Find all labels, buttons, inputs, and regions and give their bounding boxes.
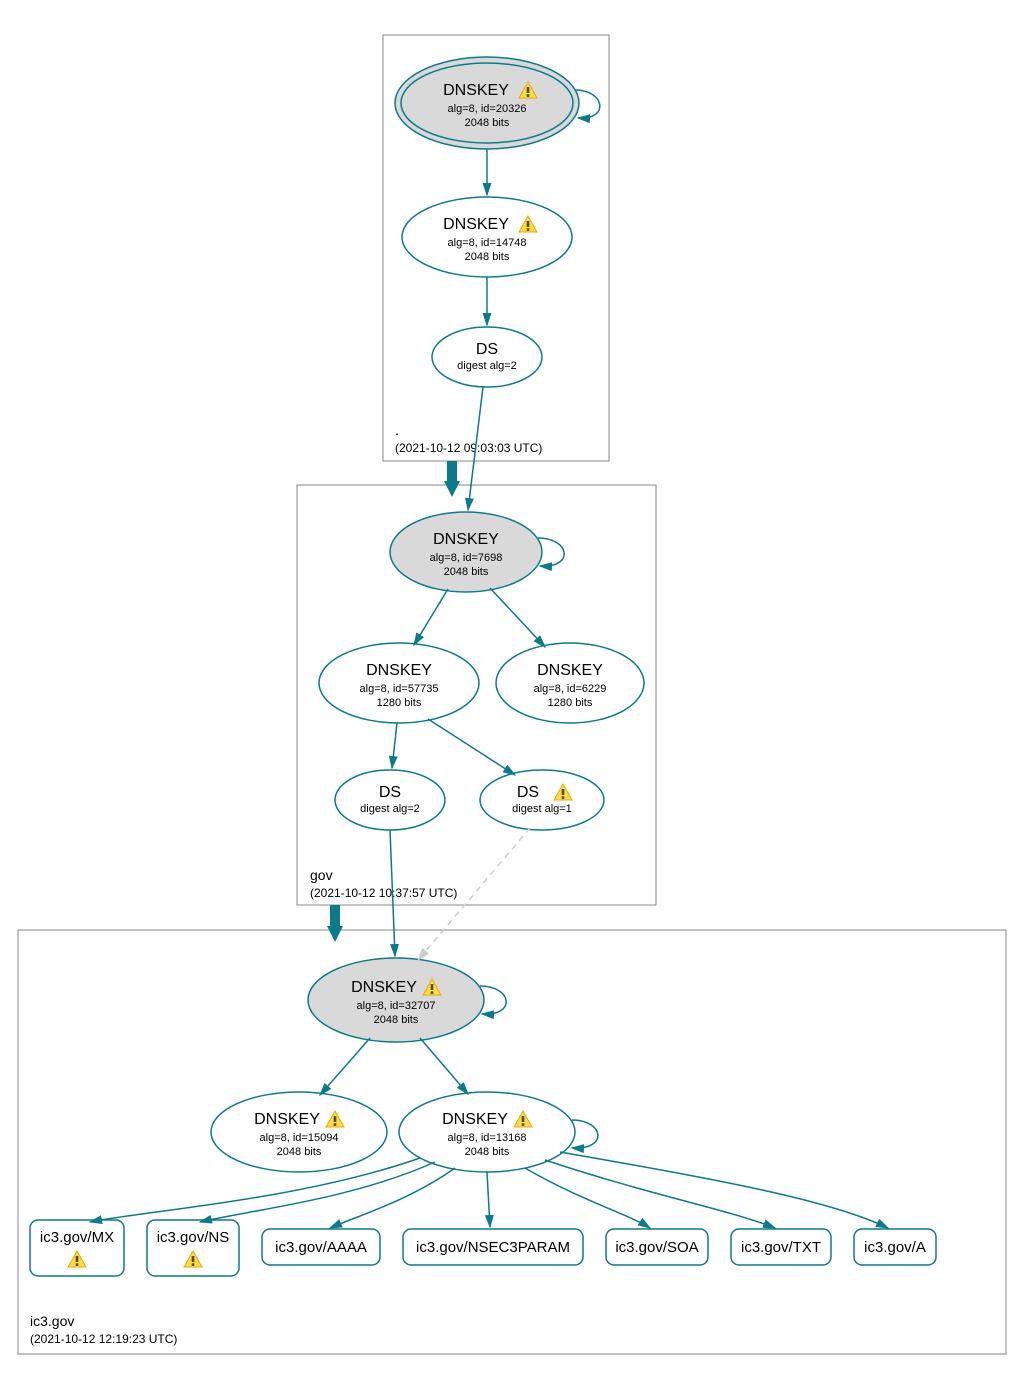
- edge-gov-zska-dsb: [428, 719, 515, 775]
- record-soa: ic3.gov/SOA: [606, 1229, 708, 1265]
- record-nsec3param: ic3.gov/NSEC3PARAM: [403, 1229, 583, 1265]
- node-gov-ds-b: DS digest alg=1: [480, 770, 604, 830]
- zone-ts-gov: (2021-10-12 10:37:57 UTC): [310, 886, 457, 900]
- svg-text:2048 bits: 2048 bits: [277, 1146, 322, 1158]
- svg-text:ic3.gov/NSEC3PARAM: ic3.gov/NSEC3PARAM: [416, 1239, 570, 1256]
- zone-label-ic3: ic3.gov: [30, 1313, 74, 1329]
- node-ic3-zsk-b: DNSKEY alg=8, id=13168 2048 bits: [399, 1092, 575, 1172]
- node-root-ksk: DNSKEY alg=8, id=20326 2048 bits: [395, 57, 579, 149]
- svg-text:1280 bits: 1280 bits: [377, 697, 422, 709]
- svg-text:digest alg=1: digest alg=1: [512, 803, 572, 815]
- node-root-zsk: DNSKEY alg=8, id=14748 2048 bits: [402, 197, 572, 277]
- edge-ic3-ksk-zskb: [420, 1038, 468, 1094]
- svg-text:ic3.gov/TXT: ic3.gov/TXT: [741, 1239, 821, 1256]
- record-mx: ic3.gov/MX: [30, 1220, 124, 1276]
- node-gov-ksk: DNSKEY alg=8, id=7698 2048 bits: [390, 512, 542, 592]
- record-ns: ic3.gov/NS: [147, 1220, 239, 1276]
- svg-text:DNSKEY: DNSKEY: [443, 82, 509, 99]
- node-gov-ds-a: DS digest alg=2: [335, 770, 445, 830]
- zone-label-root: .: [395, 422, 399, 438]
- svg-text:alg=8, id=14748: alg=8, id=14748: [448, 237, 527, 249]
- svg-text:ic3.gov/A: ic3.gov/A: [864, 1239, 926, 1256]
- node-ic3-ksk: DNSKEY alg=8, id=32707 2048 bits: [308, 958, 484, 1042]
- svg-text:2048 bits: 2048 bits: [444, 566, 489, 578]
- svg-text:alg=8, id=6229: alg=8, id=6229: [534, 683, 607, 695]
- svg-text:2048 bits: 2048 bits: [465, 117, 510, 129]
- zone-label-gov: gov: [310, 867, 333, 883]
- edge-zskb-a: [560, 1152, 888, 1228]
- svg-text:DNSKEY: DNSKEY: [442, 1111, 508, 1128]
- svg-text:DNSKEY: DNSKEY: [351, 979, 417, 996]
- svg-text:DNSKEY: DNSKEY: [537, 662, 603, 679]
- edge-gov-zska-dsa: [392, 723, 397, 768]
- svg-text:2048 bits: 2048 bits: [465, 251, 510, 263]
- zone-ts-root: (2021-10-12 09:03:03 UTC): [395, 441, 542, 455]
- record-a: ic3.gov/A: [854, 1229, 936, 1265]
- svg-text:ic3.gov/SOA: ic3.gov/SOA: [615, 1239, 698, 1256]
- edge-self-ic3-zskb: [572, 1120, 598, 1148]
- svg-text:alg=8, id=7698: alg=8, id=7698: [430, 552, 503, 564]
- svg-text:ic3.gov/AAAA: ic3.gov/AAAA: [275, 1239, 367, 1256]
- svg-text:DNSKEY: DNSKEY: [433, 531, 499, 548]
- svg-text:DS: DS: [517, 784, 539, 801]
- record-aaaa: ic3.gov/AAAA: [262, 1229, 380, 1265]
- svg-text:digest alg=2: digest alg=2: [360, 803, 420, 815]
- svg-text:DS: DS: [379, 784, 401, 801]
- edge-gov-ksk-zskb: [490, 588, 545, 647]
- svg-text:1280 bits: 1280 bits: [548, 697, 593, 709]
- svg-text:ic3.gov/NS: ic3.gov/NS: [157, 1229, 230, 1246]
- node-gov-zsk-b: DNSKEY alg=8, id=6229 1280 bits: [496, 643, 644, 723]
- edge-zskb-soa: [525, 1168, 650, 1228]
- svg-text:DS: DS: [476, 341, 498, 358]
- svg-text:alg=8, id=32707: alg=8, id=32707: [357, 1000, 436, 1012]
- svg-text:alg=8, id=13168: alg=8, id=13168: [448, 1132, 527, 1144]
- node-root-ds: DS digest alg=2: [432, 327, 542, 387]
- svg-text:DNSKEY: DNSKEY: [366, 662, 432, 679]
- node-gov-zsk-a: DNSKEY alg=8, id=57735 1280 bits: [319, 643, 479, 723]
- svg-text:alg=8, id=15094: alg=8, id=15094: [260, 1132, 339, 1144]
- node-ic3-zsk-a: DNSKEY alg=8, id=15094 2048 bits: [211, 1092, 387, 1172]
- svg-text:2048 bits: 2048 bits: [465, 1146, 510, 1158]
- svg-text:digest alg=2: digest alg=2: [457, 360, 517, 372]
- zone-ts-ic3: (2021-10-12 12:19:23 UTC): [30, 1332, 177, 1346]
- edge-zskb-nsec3: [487, 1172, 490, 1227]
- svg-text:DNSKEY: DNSKEY: [443, 216, 509, 233]
- svg-text:alg=8, id=57735: alg=8, id=57735: [360, 683, 439, 695]
- record-txt: ic3.gov/TXT: [731, 1229, 831, 1265]
- svg-text:alg=8, id=20326: alg=8, id=20326: [448, 103, 527, 115]
- edge-ic3-ksk-zska: [320, 1038, 370, 1095]
- svg-text:ic3.gov/MX: ic3.gov/MX: [40, 1229, 114, 1246]
- svg-text:2048 bits: 2048 bits: [374, 1014, 419, 1026]
- svg-text:DNSKEY: DNSKEY: [254, 1111, 320, 1128]
- edge-gov-ksk-zska: [414, 589, 448, 645]
- edge-zskb-aaaa: [330, 1168, 455, 1228]
